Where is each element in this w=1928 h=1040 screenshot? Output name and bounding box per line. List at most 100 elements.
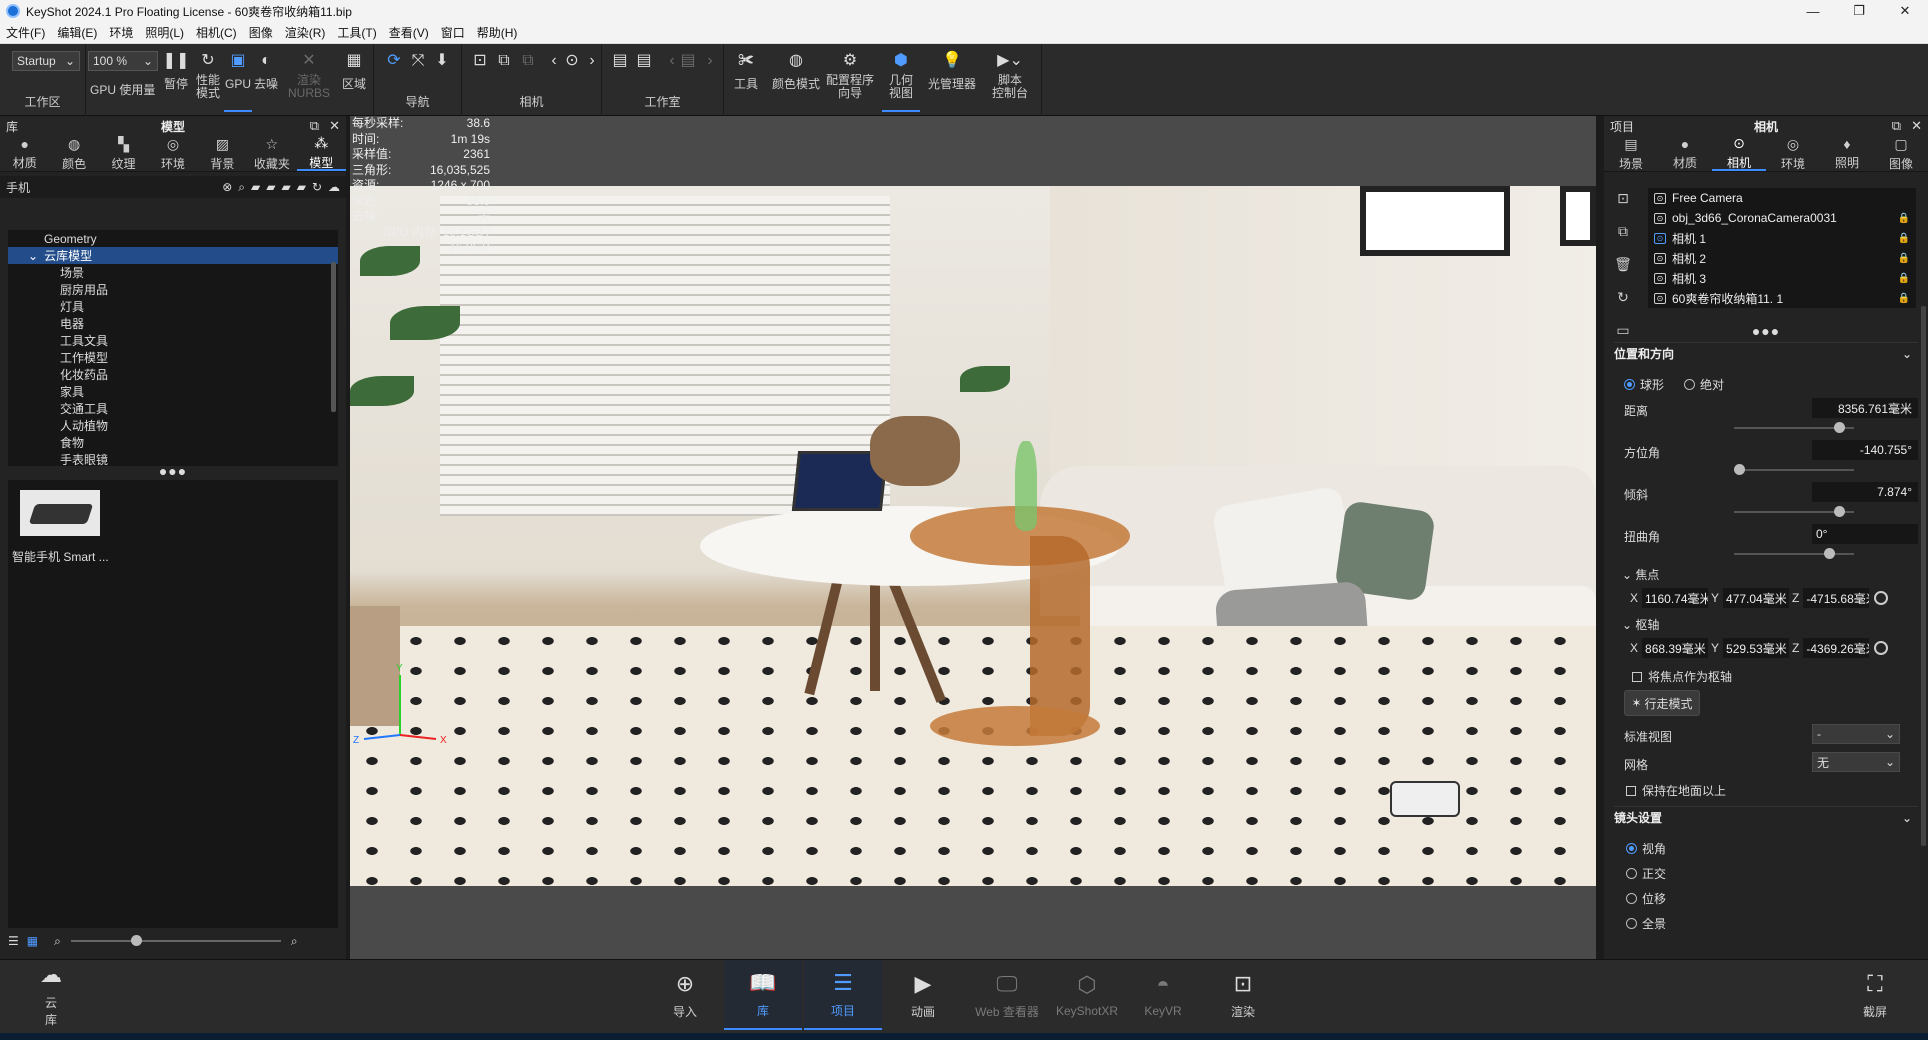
tab-camera[interactable]: ⊙ 相机 bbox=[1712, 135, 1766, 171]
config-wizard-button[interactable]: ⚙ 配置程序 向导 bbox=[826, 50, 874, 100]
slider-knob[interactable] bbox=[1824, 548, 1835, 559]
camera-tool-1[interactable]: ⊡ bbox=[470, 50, 490, 74]
studio-tool-1[interactable]: ▤ bbox=[610, 50, 630, 74]
tab-models[interactable]: ⁂ 模型 bbox=[296, 135, 346, 171]
tab-scene[interactable]: ▤ 场景 bbox=[1604, 136, 1658, 171]
azimuth-slider[interactable] bbox=[1734, 464, 1854, 475]
refresh-icon[interactable]: ↻ bbox=[312, 180, 322, 195]
trash-icon[interactable]: 🗑 bbox=[1614, 256, 1632, 273]
pause-button[interactable]: ❚❚ 暂停 bbox=[163, 50, 190, 91]
menu-edit[interactable]: 编辑(E) bbox=[57, 24, 97, 41]
slider-knob[interactable] bbox=[130, 935, 142, 946]
tree-scrollbar[interactable] bbox=[331, 262, 336, 412]
lens-perspective-radio[interactable]: 视角 bbox=[1626, 840, 1666, 857]
tools-button[interactable]: ✀ 工具 bbox=[734, 50, 758, 91]
performance-mode-button[interactable]: ↻ 性能 模式 bbox=[194, 50, 222, 100]
tab-material[interactable]: ● 材质 bbox=[1658, 136, 1712, 171]
tree-item[interactable]: 家具 bbox=[8, 383, 338, 400]
thumbnail-size-slider[interactable] bbox=[70, 935, 281, 946]
fit-view-button[interactable]: ⤧ bbox=[408, 50, 428, 74]
gpu-toggle-button[interactable]: ▣ GPU bbox=[224, 50, 252, 112]
pick-focus-target-icon[interactable] bbox=[1874, 591, 1889, 605]
zoom-in-icon[interactable]: ⌕ bbox=[291, 934, 298, 949]
slider-knob[interactable] bbox=[1834, 506, 1845, 517]
menu-file[interactable]: 文件(F) bbox=[6, 24, 45, 41]
tab-lighting[interactable]: ♦ 照明 bbox=[1820, 136, 1874, 171]
light-manager-button[interactable]: 💡 光管理器 bbox=[928, 50, 976, 91]
screenshot-button[interactable]: ⛶ 截屏 bbox=[1836, 960, 1914, 1030]
import-button[interactable]: ⊕ 导入 bbox=[646, 960, 724, 1030]
folder-icon[interactable]: ▰ bbox=[251, 180, 260, 195]
camera-item[interactable]: ⊙ 相机 3 🔒 bbox=[1648, 268, 1916, 288]
model-thumbnail[interactable] bbox=[20, 490, 100, 536]
camera-prev-button[interactable]: ‹ bbox=[544, 50, 564, 74]
animation-button[interactable]: ▶ 动画 bbox=[884, 960, 962, 1030]
lock-icon[interactable]: 🔒 bbox=[1898, 293, 1910, 304]
pick-pivot-target-icon[interactable] bbox=[1874, 641, 1889, 655]
distance-slider[interactable] bbox=[1734, 422, 1854, 433]
slider-knob[interactable] bbox=[1734, 464, 1745, 475]
close-panel-icon[interactable]: ✕ bbox=[329, 118, 340, 134]
tree-item[interactable]: 食物 bbox=[8, 434, 338, 451]
render-button[interactable]: ⊡ 渲染 bbox=[1204, 960, 1282, 1030]
denoise-button[interactable]: ◐ 去噪 bbox=[254, 50, 278, 91]
keyshotxr-button[interactable]: ⬡ KeyShotXR bbox=[1044, 960, 1130, 1030]
library-button[interactable]: 📖 库 bbox=[724, 960, 802, 1030]
geometry-view-button[interactable]: ⬢ 几何 视图 bbox=[882, 50, 920, 112]
folder-share-icon[interactable]: ▰ bbox=[297, 180, 306, 195]
project-scrollbar[interactable] bbox=[1921, 306, 1926, 846]
tree-root[interactable]: Geometry bbox=[8, 230, 338, 247]
focus-y-input[interactable]: 477.04毫米 bbox=[1723, 588, 1790, 608]
library-search-bar[interactable]: 手机 ⊗ ⌕ ▰ ▰ ▰ ▰ ↻ ☁ bbox=[0, 176, 346, 198]
render-viewport[interactable]: 每秒采样: 38.6 时间: 1m 19s 采样值: 2361 三角形: 16,035,… bbox=[350, 116, 1596, 959]
pivot-x-input[interactable]: 868.39毫米 bbox=[1642, 638, 1709, 658]
grid-view-icon[interactable]: ▦ bbox=[27, 934, 38, 948]
camera-item[interactable]: ⊙ Free Camera bbox=[1648, 188, 1916, 208]
region-button[interactable]: ▦ 区域 bbox=[342, 50, 366, 91]
clear-search-icon[interactable]: ⊗ bbox=[222, 180, 232, 195]
menu-image[interactable]: 图像 bbox=[249, 24, 273, 41]
tree-item[interactable]: 电器 bbox=[8, 315, 338, 332]
undock-icon[interactable]: ⧉ bbox=[1892, 118, 1901, 134]
use-focus-as-pivot-checkbox[interactable]: 将焦点作为枢轴 bbox=[1632, 668, 1732, 685]
pivot-y-input[interactable]: 529.53毫米 bbox=[1723, 638, 1790, 658]
minimize-button[interactable]: — bbox=[1790, 0, 1836, 22]
camera-item[interactable]: ⊙ 60爽卷帘收纳箱11. 1 🔒 bbox=[1648, 288, 1916, 308]
render-nurbs-button[interactable]: ✕ 渲染 NURBS bbox=[288, 50, 330, 100]
drop-to-ground-button[interactable]: ⬇ bbox=[432, 50, 452, 74]
studio-next-button[interactable]: › bbox=[700, 50, 720, 74]
menu-help[interactable]: 帮助(H) bbox=[477, 24, 518, 41]
tree-item[interactable]: 人动植物 bbox=[8, 417, 338, 434]
tab-materials[interactable]: ● 材质 bbox=[0, 136, 49, 171]
studio-select-button[interactable]: ▤ bbox=[678, 50, 698, 74]
undock-icon[interactable]: ⧉ bbox=[310, 118, 319, 134]
tree-item[interactable]: 工具文具 bbox=[8, 332, 338, 349]
tab-favorites[interactable]: ☆ 收藏夹 bbox=[247, 136, 296, 171]
lens-orthographic-radio[interactable]: 正交 bbox=[1626, 865, 1666, 882]
spherical-radio[interactable]: 球形 bbox=[1624, 376, 1664, 393]
pivot-z-input[interactable]: -4369.26毫米 bbox=[1803, 638, 1870, 658]
lens-settings-section[interactable]: 镜头设置 ⌄ bbox=[1614, 806, 1918, 828]
camera-tool-3[interactable]: ⧉ bbox=[518, 50, 538, 74]
tree-item[interactable]: 工作模型 bbox=[8, 349, 338, 366]
cloud-library-icon[interactable]: ☁ bbox=[328, 180, 340, 195]
color-mode-button[interactable]: ◍ 颜色模式 bbox=[772, 50, 820, 91]
tree-item[interactable]: 厨房用品 bbox=[8, 281, 338, 298]
menu-view[interactable]: 查看(V) bbox=[389, 24, 429, 41]
search-icon[interactable]: ⌕ bbox=[238, 180, 245, 195]
lens-shift-radio[interactable]: 位移 bbox=[1626, 890, 1666, 907]
camera-item[interactable]: ⊙ 相机 2 🔒 bbox=[1648, 248, 1916, 268]
tree-item[interactable]: 化妆药品 bbox=[8, 366, 338, 383]
lock-icon[interactable]: 🔒 bbox=[1898, 273, 1910, 284]
camera-select-button[interactable]: ⊙ bbox=[562, 50, 582, 74]
tab-backplates[interactable]: ▨ 背景 bbox=[198, 136, 247, 171]
tree-item[interactable]: 交通工具 bbox=[8, 400, 338, 417]
focus-x-input[interactable]: 1160.74毫米 bbox=[1642, 588, 1709, 608]
position-orientation-section[interactable]: 位置和方向 ⌄ bbox=[1614, 342, 1918, 364]
incline-input[interactable]: 7.874° bbox=[1812, 482, 1918, 502]
tree-item[interactable]: 场景 bbox=[8, 264, 338, 281]
duplicate-camera-icon[interactable]: ⧉ bbox=[1618, 223, 1628, 240]
lock-icon[interactable]: 🔒 bbox=[1898, 233, 1910, 244]
lens-panoramic-radio[interactable]: 全景 bbox=[1626, 915, 1666, 932]
lock-icon[interactable]: 🔒 bbox=[1898, 213, 1910, 224]
